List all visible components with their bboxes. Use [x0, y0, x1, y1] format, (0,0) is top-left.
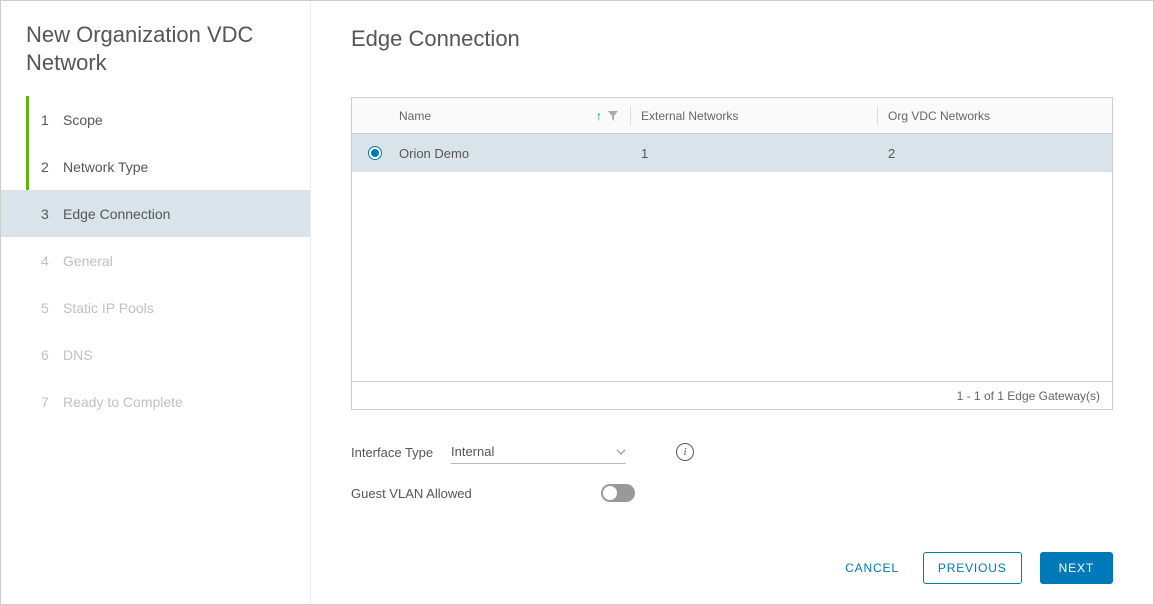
step-number: 1	[41, 112, 63, 128]
step-number: 7	[41, 394, 63, 410]
step-number: 2	[41, 159, 63, 175]
interface-type-row: Interface Type Internal i	[351, 440, 1113, 464]
form: Interface Type Internal i Guest VLAN All…	[351, 440, 1113, 522]
step-label: Network Type	[63, 159, 285, 175]
edge-gateway-table: Name ↑ External Networks Org VDC Network…	[351, 97, 1113, 410]
col-header-label: Name	[399, 109, 431, 123]
step-label: Edge Connection	[63, 206, 285, 222]
col-separator	[630, 106, 631, 125]
cancel-button[interactable]: CANCEL	[839, 553, 905, 583]
step-label: Ready to Complete	[63, 394, 285, 410]
col-header-orgvdc[interactable]: Org VDC Networks	[886, 98, 1112, 133]
step-number: 6	[41, 347, 63, 363]
step-number: 4	[41, 253, 63, 269]
table-footer: 1 - 1 of 1 Edge Gateway(s)	[352, 381, 1112, 409]
col-header-controls: ↑	[596, 109, 622, 123]
step-label: General	[63, 253, 285, 269]
wizard-steps: 1 Scope 2 Network Type 3 Edge Connection…	[1, 96, 310, 425]
wizard-main: Edge Connection Name ↑ External Networks	[311, 1, 1153, 604]
sort-asc-icon[interactable]: ↑	[596, 109, 602, 123]
step-label: Static IP Pools	[63, 300, 285, 316]
step-edge-connection[interactable]: 3 Edge Connection	[1, 190, 310, 237]
row-radio-cell[interactable]	[352, 146, 397, 160]
table-body: Orion Demo 1 2	[352, 134, 1112, 381]
col-header-label: Org VDC Networks	[888, 109, 990, 123]
step-general: 4 General	[1, 237, 310, 284]
toggle-knob	[603, 486, 617, 500]
step-dns: 6 DNS	[1, 331, 310, 378]
guest-vlan-row: Guest VLAN Allowed	[351, 484, 1113, 502]
step-network-type[interactable]: 2 Network Type	[1, 143, 310, 190]
cell-orgvdc: 2	[886, 146, 1112, 161]
table-row[interactable]: Orion Demo 1 2	[352, 134, 1112, 172]
step-ready: 7 Ready to Complete	[1, 378, 310, 425]
wizard-sidebar: New Organization VDC Network 1 Scope 2 N…	[1, 1, 311, 604]
guest-vlan-label: Guest VLAN Allowed	[351, 486, 601, 501]
step-number: 5	[41, 300, 63, 316]
step-scope[interactable]: 1 Scope	[1, 96, 310, 143]
col-select	[352, 98, 397, 133]
chevron-down-icon	[616, 449, 626, 455]
guest-vlan-toggle[interactable]	[601, 484, 635, 502]
step-label: Scope	[63, 112, 285, 128]
col-separator	[877, 106, 878, 125]
page-title: Edge Connection	[351, 26, 1113, 52]
select-value: Internal	[451, 444, 494, 459]
col-header-name[interactable]: Name ↑	[397, 98, 622, 133]
next-button[interactable]: NEXT	[1040, 552, 1113, 584]
interface-type-select[interactable]: Internal	[451, 440, 626, 464]
step-label: DNS	[63, 347, 285, 363]
step-number: 3	[41, 206, 63, 222]
wizard-footer: CANCEL PREVIOUS NEXT	[351, 542, 1113, 584]
info-icon[interactable]: i	[676, 443, 694, 461]
filter-icon[interactable]	[608, 111, 618, 121]
col-header-label: External Networks	[641, 109, 738, 123]
previous-button[interactable]: PREVIOUS	[923, 552, 1022, 584]
cell-name: Orion Demo	[397, 146, 622, 161]
cell-external: 1	[639, 146, 869, 161]
table-header-row: Name ↑ External Networks Org VDC Network…	[352, 98, 1112, 134]
table-footer-text: 1 - 1 of 1 Edge Gateway(s)	[957, 389, 1100, 403]
step-static-ip-pools: 5 Static IP Pools	[1, 284, 310, 331]
wizard-title: New Organization VDC Network	[1, 21, 310, 96]
wizard-dialog: New Organization VDC Network 1 Scope 2 N…	[0, 0, 1154, 605]
radio-selected-icon[interactable]	[368, 146, 382, 160]
col-header-external[interactable]: External Networks	[639, 98, 869, 133]
interface-type-label: Interface Type	[351, 445, 451, 460]
